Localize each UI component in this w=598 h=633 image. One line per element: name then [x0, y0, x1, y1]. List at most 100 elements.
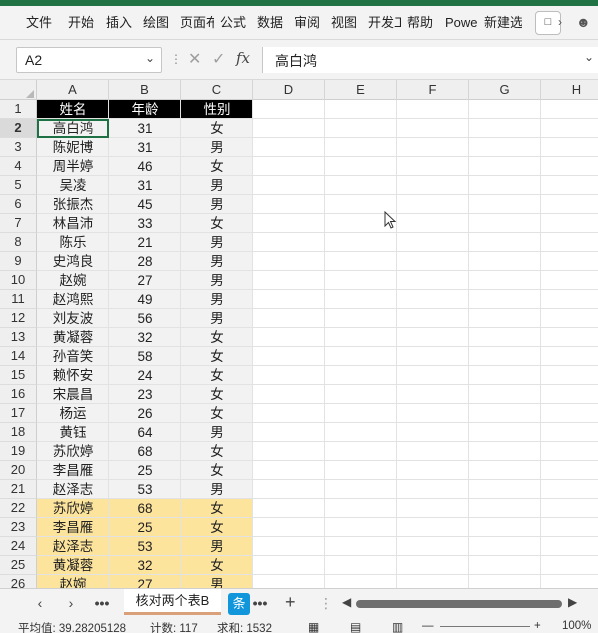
chevron-right-icon[interactable]: › — [558, 15, 562, 29]
page-layout-view-icon[interactable]: ▤ — [350, 620, 361, 633]
scroll-right-icon[interactable]: ▶ — [568, 595, 577, 609]
splitter-icon[interactable]: ⋮ — [318, 595, 334, 612]
cell-b[interactable]: 45 — [109, 195, 181, 214]
cell-b[interactable]: 68 — [109, 499, 181, 518]
cell-c[interactable]: 女 — [181, 157, 253, 176]
cell-a[interactable]: 陈妮博 — [37, 138, 109, 157]
cell-a[interactable]: 赖怀安 — [37, 366, 109, 385]
zoom-out-icon[interactable]: — — [422, 620, 434, 632]
row-header[interactable]: 3 — [0, 138, 37, 157]
cell-c[interactable]: 女 — [181, 461, 253, 480]
cell-c[interactable]: 女 — [181, 385, 253, 404]
column-header-f[interactable]: F — [397, 80, 469, 100]
row-header[interactable]: 13 — [0, 328, 37, 347]
more-tabs-icon[interactable]: ••• — [252, 595, 268, 611]
cell-a[interactable]: 赵婉 — [37, 575, 109, 588]
cell-b[interactable]: 27 — [109, 575, 181, 588]
tab-insert[interactable]: 插入 — [106, 14, 136, 36]
cell-b[interactable]: 68 — [109, 442, 181, 461]
formula-input[interactable]: 高白鸿 ⌄ — [262, 47, 598, 73]
row-header[interactable]: 25 — [0, 556, 37, 575]
cell-c[interactable]: 性别 — [181, 100, 253, 119]
zoom-in-icon[interactable]: + — [534, 620, 541, 632]
tab-developer[interactable]: 开发工具 — [368, 14, 401, 36]
cell-c[interactable]: 男 — [181, 423, 253, 442]
column-header-d[interactable]: D — [253, 80, 325, 100]
cell-b[interactable]: 49 — [109, 290, 181, 309]
column-header-e[interactable]: E — [325, 80, 397, 100]
cell-c[interactable]: 女 — [181, 328, 253, 347]
scroll-left-icon[interactable]: ◀ — [342, 595, 351, 609]
row-header[interactable]: 12 — [0, 309, 37, 328]
row-header[interactable]: 14 — [0, 347, 37, 366]
row-header[interactable]: 22 — [0, 499, 37, 518]
cell-a[interactable]: 刘友波 — [37, 309, 109, 328]
row-header[interactable]: 15 — [0, 366, 37, 385]
scrollbar-thumb[interactable] — [356, 600, 562, 608]
name-box[interactable]: A2 ⌄ — [16, 47, 162, 73]
cell-b[interactable]: 58 — [109, 347, 181, 366]
cell-a[interactable]: 李昌雁 — [37, 461, 109, 480]
cell-a[interactable]: 姓名 — [37, 100, 109, 119]
tab-data[interactable]: 数据 — [257, 14, 287, 36]
cell-b[interactable]: 32 — [109, 556, 181, 575]
cancel-icon[interactable]: ✕ — [188, 49, 201, 69]
next-sheet-icon[interactable]: › — [63, 595, 79, 611]
cell-c[interactable]: 男 — [181, 537, 253, 556]
cell-c[interactable]: 男 — [181, 575, 253, 588]
normal-view-icon[interactable]: ▦ — [308, 620, 319, 633]
cell-a[interactable]: 宋晨昌 — [37, 385, 109, 404]
row-header[interactable]: 26 — [0, 575, 37, 588]
cell-a[interactable]: 苏欣婷 — [37, 442, 109, 461]
tab-new[interactable]: 新建选项卡 — [484, 14, 522, 36]
cell-a[interactable]: 杨运 — [37, 404, 109, 423]
row-header[interactable]: 11 — [0, 290, 37, 309]
cell-b[interactable]: 64 — [109, 423, 181, 442]
row-header[interactable]: 7 — [0, 214, 37, 233]
cell-a[interactable]: 吴凌 — [37, 176, 109, 195]
cell-b[interactable]: 24 — [109, 366, 181, 385]
cell-area[interactable]: 姓名 年龄 性别 高白鸿 31 女陈妮博 31 男周半婷 46 女吴凌 31 男张振杰 45 男林昌沛 33… — [37, 100, 598, 588]
column-header-g[interactable]: G — [469, 80, 541, 100]
tab-power-pivot[interactable]: Power Pivot — [445, 14, 478, 36]
zoom-slider[interactable] — [440, 626, 530, 627]
cell-b[interactable]: 31 — [109, 119, 181, 138]
column-header-b[interactable]: B — [109, 80, 181, 100]
row-header[interactable]: 20 — [0, 461, 37, 480]
tab-file[interactable]: 文件 — [26, 14, 56, 36]
sheet-tab-second[interactable]: 条 — [228, 593, 250, 615]
cell-a[interactable]: 陈乐 — [37, 233, 109, 252]
add-sheet-icon[interactable]: + — [285, 592, 296, 613]
prev-sheet-icon[interactable]: ‹ — [32, 595, 48, 611]
cell-c[interactable]: 男 — [181, 233, 253, 252]
cell-b[interactable]: 25 — [109, 518, 181, 537]
row-header[interactable]: 23 — [0, 518, 37, 537]
cell-b[interactable]: 31 — [109, 138, 181, 157]
zoom-level[interactable]: 100% — [562, 620, 591, 632]
expand-formula-icon[interactable]: ⌄ — [584, 50, 594, 64]
tab-review[interactable]: 审阅 — [294, 14, 324, 36]
row-header[interactable]: 8 — [0, 233, 37, 252]
cell-a[interactable]: 周半婷 — [37, 157, 109, 176]
horizontal-scrollbar[interactable]: ◀ ▶ — [340, 595, 580, 611]
cell-b[interactable]: 27 — [109, 271, 181, 290]
row-header[interactable]: 18 — [0, 423, 37, 442]
cell-a[interactable]: 张振杰 — [37, 195, 109, 214]
column-header-a[interactable]: A — [37, 80, 109, 100]
cell-a[interactable]: 赵泽志 — [37, 480, 109, 499]
cell-a[interactable]: 苏欣婷 — [37, 499, 109, 518]
cell-b[interactable]: 46 — [109, 157, 181, 176]
cell-c[interactable]: 女 — [181, 119, 253, 138]
cell-c[interactable]: 女 — [181, 214, 253, 233]
column-header-c[interactable]: C — [181, 80, 253, 100]
cell-c[interactable]: 男 — [181, 271, 253, 290]
row-header[interactable]: 4 — [0, 157, 37, 176]
cell-b[interactable]: 23 — [109, 385, 181, 404]
row-header[interactable]: 16 — [0, 385, 37, 404]
row-header[interactable]: 6 — [0, 195, 37, 214]
cell-b[interactable]: 28 — [109, 252, 181, 271]
cell-c[interactable]: 男 — [181, 138, 253, 157]
cell-a[interactable]: 林昌沛 — [37, 214, 109, 233]
cell-a[interactable]: 赵婉 — [37, 271, 109, 290]
cell-b[interactable]: 53 — [109, 537, 181, 556]
